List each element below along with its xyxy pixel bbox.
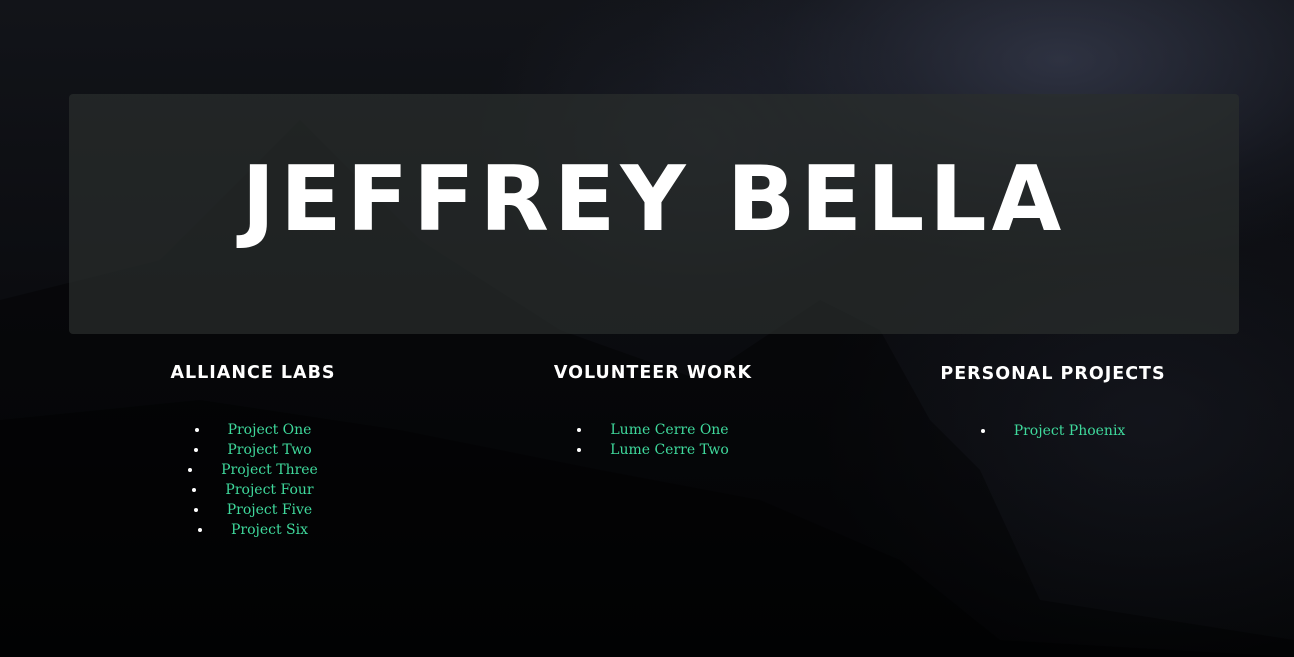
- list-item: Project One: [83, 420, 423, 440]
- list-item: Project Six: [83, 520, 423, 540]
- project-link-lume-cerre-one[interactable]: Lume Cerre One: [610, 422, 728, 438]
- list-item: Project Four: [83, 480, 423, 500]
- project-list: Lume Cerre One Lume Cerre Two: [483, 420, 823, 460]
- hero-title: JEFFREY BELLA: [241, 147, 1067, 252]
- project-link-phoenix[interactable]: Project Phoenix: [1014, 423, 1126, 439]
- hero-banner: JEFFREY BELLA: [69, 94, 1239, 334]
- project-link-one[interactable]: Project One: [228, 422, 312, 438]
- section-alliance-labs: ALLIANCE LABS Project One Project Two Pr…: [83, 362, 423, 540]
- section-heading: ALLIANCE LABS: [170, 363, 336, 383]
- project-link-lume-cerre-two[interactable]: Lume Cerre Two: [610, 442, 729, 458]
- project-link-six[interactable]: Project Six: [231, 522, 308, 538]
- project-link-two[interactable]: Project Two: [227, 442, 311, 458]
- project-list: Project Phoenix: [883, 421, 1223, 441]
- list-item: Lume Cerre One: [483, 420, 823, 440]
- list-item: Project Phoenix: [883, 421, 1223, 441]
- section-personal-projects: PERSONAL PROJECTS Project Phoenix: [883, 363, 1223, 441]
- project-link-three[interactable]: Project Three: [221, 462, 318, 478]
- project-link-four[interactable]: Project Four: [225, 482, 313, 498]
- project-list: Project One Project Two Project Three Pr…: [83, 420, 423, 540]
- list-item: Lume Cerre Two: [483, 440, 823, 460]
- section-volunteer-work: VOLUNTEER WORK Lume Cerre One Lume Cerre…: [483, 362, 823, 460]
- list-item: Project Five: [83, 500, 423, 520]
- list-item: Project Two: [83, 440, 423, 460]
- section-heading: VOLUNTEER WORK: [553, 363, 753, 383]
- project-link-five[interactable]: Project Five: [227, 502, 312, 518]
- list-item: Project Three: [83, 460, 423, 480]
- section-heading: PERSONAL PROJECTS: [940, 364, 1166, 384]
